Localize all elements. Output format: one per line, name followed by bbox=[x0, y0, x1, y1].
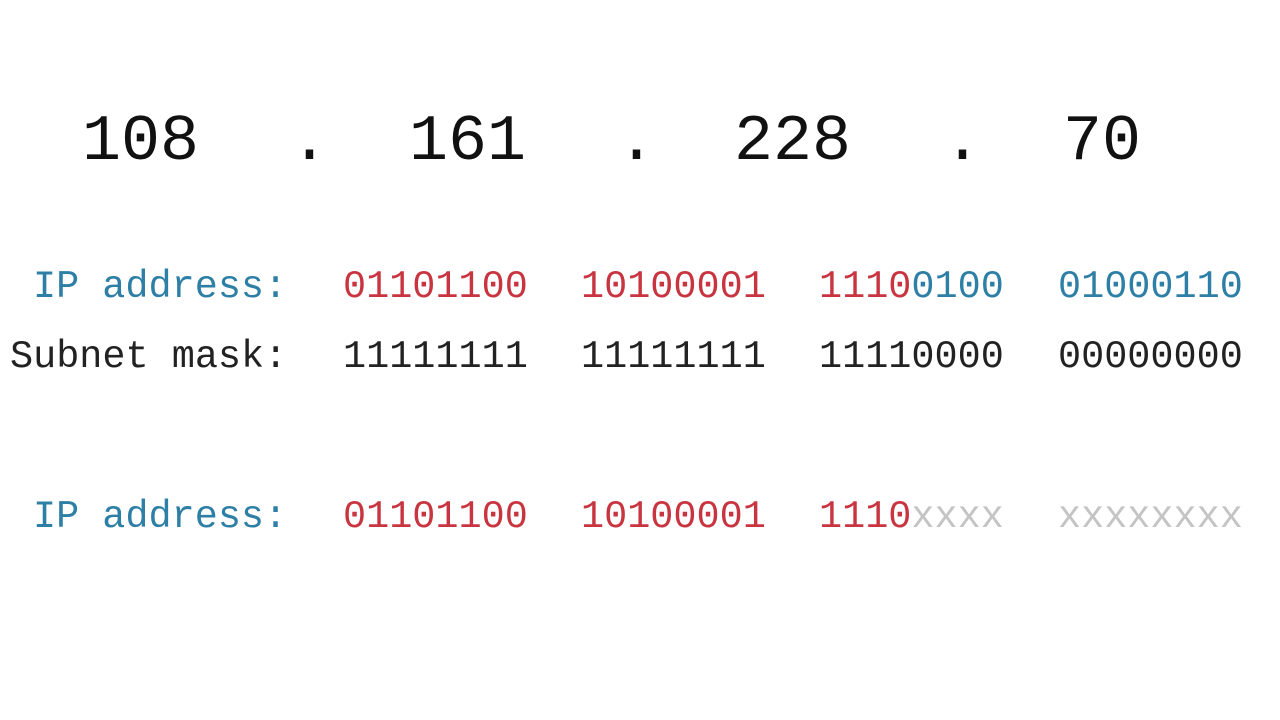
dot-separator: . bbox=[617, 105, 657, 179]
masked-bits: xxxxxxxx bbox=[1058, 495, 1243, 539]
ip-octet-3: 11100100 bbox=[819, 264, 1004, 310]
network-bits: 10100001 bbox=[581, 265, 766, 309]
dot-separator: . bbox=[290, 105, 330, 179]
ip-octet-1: 01101100 bbox=[343, 264, 528, 310]
ip-octet-2: 10100001 bbox=[581, 264, 766, 310]
network-bits: 01101100 bbox=[343, 495, 528, 539]
subnet-mask-label: Subnet mask: bbox=[10, 335, 288, 379]
octet-decimal-3: 228 bbox=[734, 105, 852, 179]
network-bits: 01101100 bbox=[343, 265, 528, 309]
host-bits: 0100 bbox=[911, 265, 1004, 309]
mask-octet-2: 11111111 bbox=[581, 335, 766, 379]
net-octet-2: 10100001 bbox=[581, 494, 766, 540]
net-octet-1: 01101100 bbox=[343, 494, 528, 540]
net-octet-4: xxxxxxxx bbox=[1058, 494, 1243, 540]
ip-octet-4: 01000110 bbox=[1058, 264, 1243, 310]
net-octet-3: 1110xxxx bbox=[819, 494, 1004, 540]
network-bits: 1110 bbox=[819, 265, 912, 309]
octet-decimal-4: 70 bbox=[1063, 105, 1142, 179]
network-bits: 1110 bbox=[819, 495, 912, 539]
dot-separator: . bbox=[943, 105, 983, 179]
mask-octet-4: 00000000 bbox=[1058, 335, 1243, 379]
octet-decimal-2: 161 bbox=[409, 105, 527, 179]
ip-address-label-masked: IP address: bbox=[33, 495, 288, 539]
mask-octet-1: 11111111 bbox=[343, 335, 528, 379]
network-bits: 10100001 bbox=[581, 495, 766, 539]
masked-bits: xxxx bbox=[911, 495, 1004, 539]
octet-decimal-1: 108 bbox=[82, 105, 200, 179]
host-bits: 01000110 bbox=[1058, 265, 1243, 309]
mask-octet-3: 11110000 bbox=[819, 335, 1004, 379]
ip-address-label: IP address: bbox=[33, 265, 288, 309]
